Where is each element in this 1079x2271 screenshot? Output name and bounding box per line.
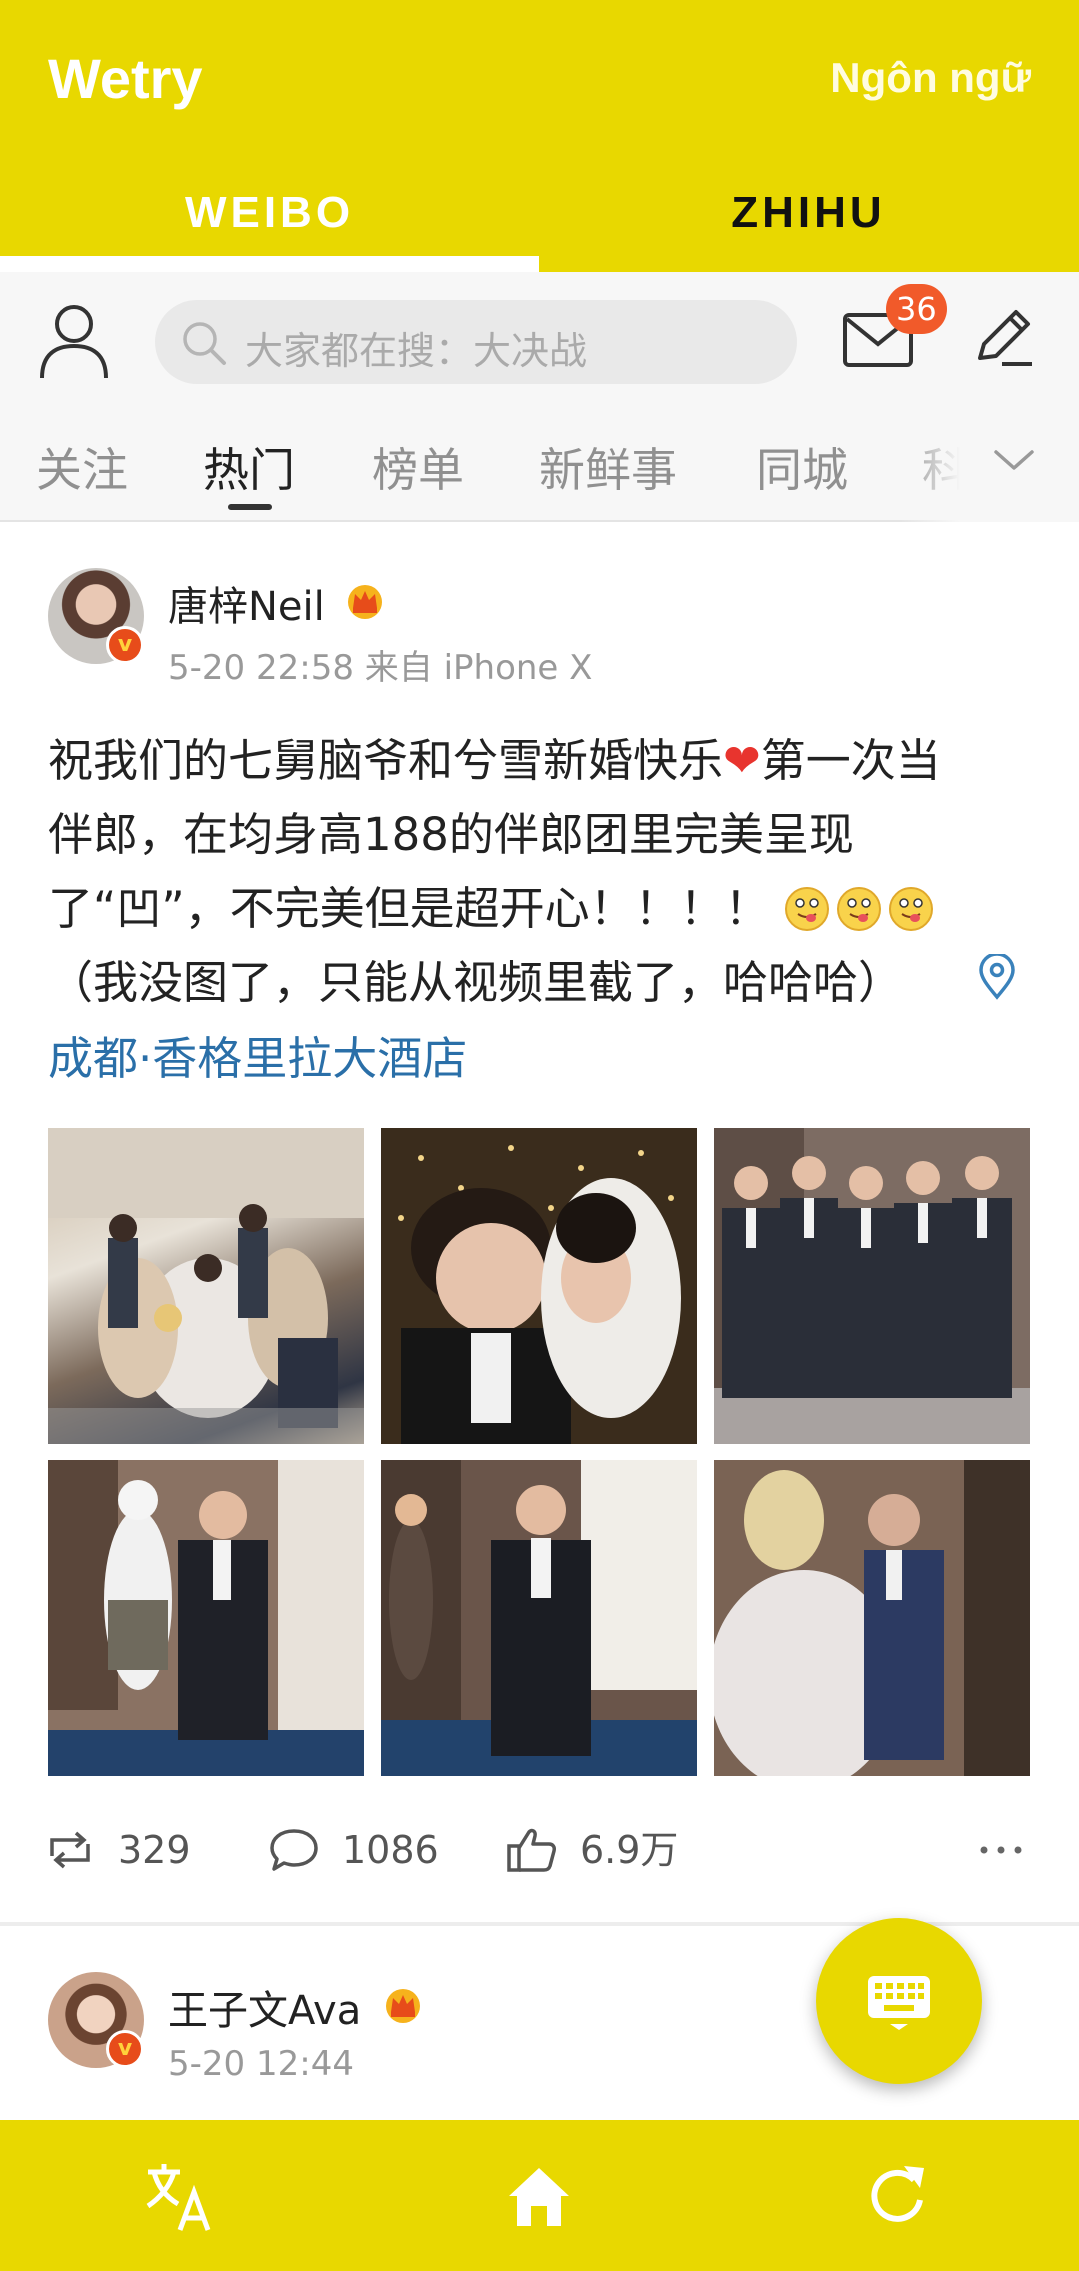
active-channel-underline (228, 504, 272, 510)
channel-follow[interactable]: 关注 (36, 434, 128, 500)
chevron-down-icon[interactable] (990, 436, 1038, 484)
home-icon[interactable] (503, 2160, 575, 2232)
photo-content (381, 1460, 697, 1776)
repost-count: 329 (118, 1828, 191, 1872)
photo-thumbnail[interactable] (714, 1460, 1030, 1776)
heart-icon: ❤ (723, 734, 761, 787)
location-link[interactable]: 成都·香格里拉大酒店 (48, 1022, 467, 1087)
more-dots-icon[interactable] (976, 1830, 1026, 1870)
channel-local[interactable]: 同城 (756, 434, 848, 500)
photo-grid (48, 1128, 1030, 1776)
post-card[interactable]: v 唐梓Neil 5-20 22:58 来自 iPhone X 祝我们的七舅脑爷… (0, 524, 1079, 1922)
refresh-icon[interactable] (862, 2160, 934, 2232)
unread-badge: 36 (886, 284, 947, 334)
app-title: Wetry (48, 47, 203, 110)
search-input[interactable]: 大家都在搜：大决战 (155, 300, 797, 384)
like-count: 6.9万 (580, 1828, 679, 1872)
location-pin-icon[interactable] (976, 954, 1018, 1000)
tongue-emoji-icon (888, 887, 933, 931)
comment-icon (270, 1829, 318, 1871)
text-line: 第一次当 (760, 734, 941, 787)
comment-count: 1086 (342, 1828, 439, 1872)
channel-hot[interactable]: 热门 (203, 434, 295, 500)
channel-ranking[interactable]: 榜单 (372, 434, 464, 500)
photo-content (48, 1128, 364, 1444)
channel-fresh[interactable]: 新鲜事 (539, 434, 677, 500)
photo-thumbnail[interactable] (381, 1128, 697, 1444)
photo-content (714, 1128, 1030, 1444)
post-actions: 329 1086 6.9万 (0, 1804, 1079, 1894)
weibo-header: 大家都在搜：大决战 36 关注 热门 榜单 新鲜事 同城 科 (0, 272, 1079, 522)
active-tab-indicator (0, 256, 539, 272)
tongue-emoji-icon (784, 887, 829, 931)
verified-badge: v (106, 2030, 144, 2068)
translate-icon[interactable] (144, 2160, 216, 2232)
photo-content (48, 1460, 364, 1776)
photo-thumbnail[interactable] (714, 1128, 1030, 1444)
crown-icon (348, 585, 382, 619)
author-name[interactable]: 王子文Ava (168, 1978, 361, 2036)
photo-thumbnail[interactable] (381, 1460, 697, 1776)
text-line: 了“凹”，不完美但是超开心！！！！ (48, 882, 770, 935)
author-name[interactable]: 唐梓Neil (168, 574, 325, 632)
thumbs-up-icon (507, 1828, 556, 1872)
photo-thumbnail[interactable] (48, 1128, 364, 1444)
app-bar: Wetry Ngôn ngữ (0, 0, 1079, 152)
language-button[interactable]: Ngôn ngữ (830, 54, 1031, 102)
keyboard-icon (868, 1976, 930, 2030)
crown-icon (386, 1989, 420, 2023)
tongue-emoji-icon (836, 887, 881, 931)
post-meta: 5-20 22:58 来自 iPhone X (168, 648, 593, 688)
post-meta: 5-20 12:44 (168, 2044, 354, 2084)
text-line: 祝我们的七舅脑爷和兮雪新婚快乐 (48, 734, 724, 787)
search-icon (183, 322, 226, 365)
post-text: 祝我们的七舅脑爷和兮雪新婚快乐❤第一次当 伴郎，在均身高188的伴郎团里完美呈现… (48, 724, 1033, 1020)
repost-icon (50, 1831, 90, 1869)
tab-zhihu[interactable]: ZHIHU (539, 152, 1078, 272)
photo-content (381, 1128, 697, 1444)
photo-thumbnail[interactable] (48, 1460, 364, 1776)
text-line: （我没图了，只能从视频里截了，哈哈哈） (48, 956, 904, 1009)
search-placeholder: 大家都在搜：大决战 (245, 329, 588, 373)
top-tabs: WEIBO ZHIHU (0, 152, 1079, 272)
photo-content (714, 1460, 1030, 1776)
keyboard-fab[interactable] (816, 1918, 982, 2084)
person-outline-icon[interactable] (38, 302, 110, 380)
pencil-icon[interactable] (972, 306, 1034, 368)
verified-badge: v (106, 626, 144, 664)
bottom-nav (0, 2120, 1079, 2271)
tab-weibo[interactable]: WEIBO (0, 152, 539, 272)
text-line: 伴郎，在均身高188的伴郎团里完美呈现 (48, 808, 854, 861)
